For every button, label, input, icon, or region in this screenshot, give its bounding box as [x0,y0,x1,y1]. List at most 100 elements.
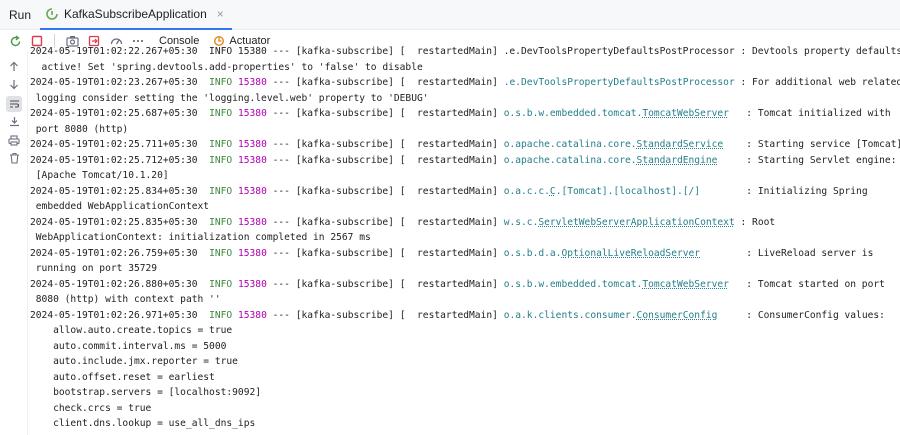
log-pid: 15380 [237,216,267,228]
run-title: Run [9,7,32,22]
log-logger-link[interactable]: o.a.k.clients.consumer.ConsumerConfig [504,310,718,321]
log-line: active! Set 'spring.devtools.add-propert… [30,60,900,76]
log-text: allow.auto.create.topics = true [30,325,233,336]
log-line: 2024-05-19T01:02:25.712+05:30 INFO 15380… [30,153,900,169]
scroll-to-end-icon[interactable] [7,114,21,128]
log-line: auto.offset.reset = earliest [30,370,900,386]
log-timestamp: 2024-05-19T01:02:25.834+05:30 [30,185,198,197]
log-line: running on port 35729 [30,261,900,277]
log-logger-link[interactable]: o.s.b.w.embedded.tomcat.TomcatWebServer [504,279,729,290]
log-timestamp: 2024-05-19T01:02:23.267+05:30 [30,77,198,88]
log-level: INFO [209,139,233,150]
log-line: 2024-05-19T01:02:25.687+05:30 INFO 15380… [30,106,900,122]
log-pid: 15380 [237,108,267,119]
log-level: INFO [209,216,233,228]
log-message: : Root [734,216,776,228]
log-thread: --- [kafka-subscribe] [ restartedMain] [266,185,504,197]
log-thread: --- [kafka-subscribe] [ restartedMain] [266,309,504,321]
log-level: INFO [209,309,233,321]
spring-boot-icon [46,7,58,20]
log-logger-class[interactable]: StandardService [637,139,724,150]
log-line: 2024-05-19T01:02:22.267+05:30 INFO 15380… [30,44,900,60]
log-timestamp: 2024-05-19T01:02:26.880+05:30 [30,278,198,290]
print-icon[interactable] [7,133,21,147]
log-text: running on port 35729 [30,263,158,274]
log-line: 2024-05-19T01:02:26.880+05:30 INFO 15380… [30,277,900,293]
log-timestamp: 2024-05-19T01:02:26.971+05:30 [30,309,198,321]
log-line: auto.include.jmx.reporter = true [30,354,900,370]
log-line: auto.commit.interval.ms = 5000 [30,339,900,355]
log-logger-link[interactable]: o.apache.catalina.core.StandardEngine [504,155,718,166]
log-logger-prefix: o.apache.catalina.core. [503,139,637,150]
log-line: 2024-05-19T01:02:26.971+05:30 INFO 15380… [30,308,900,324]
log-text: auto.include.jmx.reporter = true [30,356,238,367]
tab-run-configuration[interactable]: KafkaSubscribeApplication × [40,0,232,30]
log-thread: --- [kafka-subscribe] [ restartedMain] [266,139,504,150]
log-text: bootstrap.servers = [localhost:9092] [30,387,262,398]
log-logger-link[interactable]: o.a.c.c.C.[Tomcat].[localhost].[/] [504,186,700,197]
log-pid: 15380 [237,278,267,290]
log-line: embedded WebApplicationContext [30,199,900,215]
log-line: 2024-05-19T01:02:23.267+05:30 INFO 15380… [30,75,900,91]
log-text: logging consider setting the 'logging.le… [30,92,429,104]
log-pid: 15380 [237,77,267,88]
log-text: WebApplicationContext: initialization co… [30,232,371,243]
log-logger-prefix: o.a.c.c. [503,185,550,197]
log-line: client.dns.lookup = use_all_dns_ips [30,416,900,432]
close-icon[interactable]: × [217,7,224,21]
rerun-icon[interactable] [8,34,22,48]
log-timestamp: 2024-05-19T01:02:25.712+05:30 [30,154,198,166]
scroll-down-icon[interactable] [7,77,21,91]
tab-label: KafkaSubscribeApplication [64,6,207,21]
log-text: 2024-05-19T01:02:22.267+05:30 INFO 15380… [30,46,900,57]
log-logger-class[interactable]: ServletWebServerApplicationContext [538,217,734,228]
log-text: check.crcs = true [30,402,152,414]
log-logger-link: .e.DevToolsPropertyDefaultsPostProcessor [504,77,735,88]
scroll-up-icon[interactable] [7,59,21,73]
log-message: : Starting Servlet engine: [740,154,897,166]
log-thread: --- [kafka-subscribe] [ restartedMain] [266,278,504,290]
log-logger-class[interactable]: TomcatWebServer [642,279,729,290]
console-side-toolbar [0,52,28,435]
log-message: : Tomcat initialized with [740,108,891,119]
log-line: 2024-05-19T01:02:25.711+05:30 INFO 15380… [30,137,900,153]
log-pid: 15380 [237,154,267,166]
console-output[interactable]: 2024-05-19T01:02:22.267+05:30 INFO 15380… [30,44,900,435]
log-level: INFO [209,185,233,197]
clear-icon[interactable] [7,151,21,165]
run-tool-window-header: Run KafkaSubscribeApplication × [0,0,900,30]
log-level: INFO [209,154,233,166]
log-logger-prefix: o.s.b.w.embedded.tomcat. [503,108,643,119]
log-line: WebApplicationContext: initialization co… [30,230,900,246]
log-timestamp: 2024-05-19T01:02:26.759+05:30 [30,247,198,259]
log-logger-link[interactable]: o.apache.catalina.core.StandardService [504,139,724,150]
log-message: : Tomcat started on port [740,278,885,290]
log-logger-class[interactable]: TomcatWebServer [642,108,729,119]
soft-wrap-icon[interactable] [6,96,22,112]
log-logger-link[interactable]: o.s.b.d.a.OptionalLiveReloadServer [504,248,700,259]
log-thread: --- [kafka-subscribe] [ restartedMain] [266,108,504,119]
log-logger: .e.DevToolsPropertyDefaultsPostProcessor [503,77,735,88]
log-level: INFO [209,108,233,119]
log-logger-link[interactable]: w.s.c.ServletWebServerApplicationContext [504,217,735,228]
log-message: : ConsumerConfig values: [740,309,885,321]
log-logger-prefix: w.s.c. [503,216,539,228]
log-logger-class[interactable]: OptionalLiveReloadServer [561,248,700,259]
log-line: 2024-05-19T01:02:25.834+05:30 INFO 15380… [30,184,900,200]
log-thread: --- [kafka-subscribe] [ restartedMain] [266,247,504,259]
log-text: [Apache Tomcat/10.1.20] [30,170,169,181]
log-level: INFO [209,278,233,290]
log-logger-class[interactable]: StandardEngine [637,155,718,166]
log-line: check.crcs = true [30,401,900,417]
log-text: client.dns.lookup = use_all_dns_ips [30,418,256,429]
log-text: auto.commit.interval.ms = 5000 [30,340,227,352]
log-message: : Starting service [Tomcat] [740,139,900,150]
log-thread: --- [kafka-subscribe] [ restartedMain] [266,154,504,166]
log-pid: 15380 [237,139,267,150]
log-logger-link[interactable]: o.s.b.w.embedded.tomcat.TomcatWebServer [504,108,729,119]
log-logger-class[interactable]: ConsumerConfig [637,310,718,321]
log-text: embedded WebApplicationContext [30,201,210,212]
log-level: INFO [209,77,233,88]
log-line: logging consider setting the 'logging.le… [30,91,900,107]
log-line: allow.auto.create.topics = true [30,323,900,339]
